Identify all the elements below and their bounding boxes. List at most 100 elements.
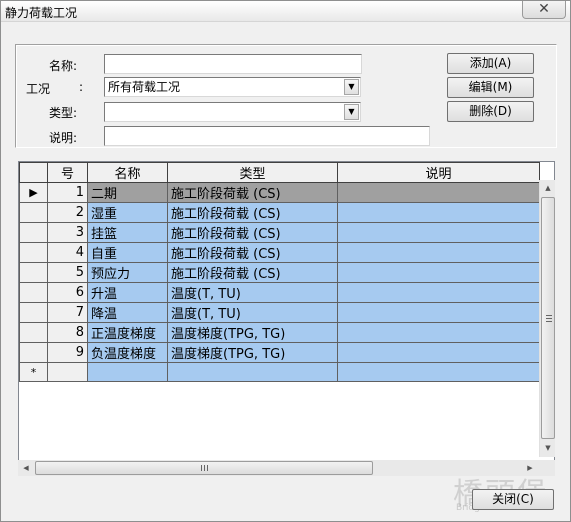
row-desc[interactable] <box>337 202 540 223</box>
row-name[interactable]: 自重 <box>87 242 168 263</box>
vertical-scrollbar[interactable]: ▲ ▼ <box>539 180 555 457</box>
column-header-desc[interactable]: 说明 <box>337 162 540 183</box>
row-no[interactable]: 6 <box>47 282 88 303</box>
load-case-dialog: 静力荷载工况 ✕ 名称: 工况 : 所有荷载工况 ▼ 类型: ▼ 说明: 添加(… <box>0 0 571 522</box>
table-row[interactable]: 2 湿重 施工阶段荷载 (CS) <box>19 202 540 223</box>
header-row: 号 名称 类型 说明 <box>19 162 540 183</box>
column-header-type[interactable]: 类型 <box>167 162 338 183</box>
row-name[interactable]: 降温 <box>87 302 168 323</box>
close-icon: ✕ <box>538 1 550 17</box>
desc-label: 说明: <box>49 131 78 145</box>
table-row[interactable]: 4 自重 施工阶段荷载 (CS) <box>19 242 540 263</box>
close-button[interactable]: 关闭(C) <box>472 489 554 510</box>
grip-line <box>207 465 208 471</box>
row-name[interactable]: 挂篮 <box>87 222 168 243</box>
vertical-scroll-thumb[interactable] <box>541 197 555 439</box>
table-row[interactable]: 7 降温 温度(T, TU) <box>19 302 540 323</box>
new-row-desc[interactable] <box>337 362 540 382</box>
column-header-no[interactable]: 号 <box>47 162 88 183</box>
load-case-table: 号 名称 类型 说明 ▶ 1 二期 施工阶段荷载 (CS) 2 湿重 施工阶段荷… <box>19 162 540 382</box>
case-select[interactable]: 所有荷载工况 ▼ <box>104 77 361 97</box>
table-row[interactable]: 5 预应力 施工阶段荷载 (CS) <box>19 262 540 283</box>
row-name[interactable]: 二期 <box>87 182 168 203</box>
row-name[interactable]: 预应力 <box>87 262 168 283</box>
row-no[interactable]: 5 <box>47 262 88 283</box>
grip-line <box>201 465 202 471</box>
case-label-colon: : <box>79 80 84 94</box>
row-selector[interactable] <box>19 202 48 223</box>
row-no[interactable]: 1 <box>47 182 88 203</box>
column-header-name[interactable]: 名称 <box>87 162 168 183</box>
desc-input[interactable] <box>104 126 430 146</box>
row-desc[interactable] <box>337 262 540 283</box>
grip-line <box>546 315 552 316</box>
row-desc[interactable] <box>337 302 540 323</box>
scroll-left-icon[interactable]: ◀ <box>18 460 34 476</box>
row-selector[interactable] <box>19 322 48 343</box>
table-row[interactable]: ▶ 1 二期 施工阶段荷载 (CS) <box>19 182 540 203</box>
corner-header <box>19 162 48 183</box>
row-no[interactable]: 9 <box>47 342 88 363</box>
window-title: 静力荷载工况 <box>5 6 78 20</box>
row-type[interactable]: 温度梯度(TPG, TG) <box>167 342 338 363</box>
new-row-name[interactable] <box>87 362 168 382</box>
new-row-icon: * <box>19 362 48 382</box>
current-row-icon: ▶ <box>19 182 48 203</box>
load-case-grid[interactable]: 号 名称 类型 说明 ▶ 1 二期 施工阶段荷载 (CS) 2 湿重 施工阶段荷… <box>18 161 555 476</box>
row-no[interactable]: 3 <box>47 222 88 243</box>
row-type[interactable]: 施工阶段荷载 (CS) <box>167 202 338 223</box>
chevron-down-icon[interactable]: ▼ <box>344 79 359 95</box>
name-input[interactable] <box>104 54 362 74</box>
row-name[interactable]: 升温 <box>87 282 168 303</box>
new-row-type[interactable] <box>167 362 338 382</box>
add-button[interactable]: 添加(A) <box>447 53 534 74</box>
row-name[interactable]: 负温度梯度 <box>87 342 168 363</box>
row-type[interactable]: 施工阶段荷载 (CS) <box>167 222 338 243</box>
scroll-up-icon[interactable]: ▲ <box>540 180 556 196</box>
row-desc[interactable] <box>337 342 540 363</box>
row-selector[interactable] <box>19 222 48 243</box>
row-type[interactable]: 温度(T, TU) <box>167 302 338 323</box>
table-row[interactable]: 6 升温 温度(T, TU) <box>19 282 540 303</box>
row-type[interactable]: 施工阶段荷载 (CS) <box>167 242 338 263</box>
row-type[interactable]: 温度(T, TU) <box>167 282 338 303</box>
table-row[interactable]: 9 负温度梯度 温度梯度(TPG, TG) <box>19 342 540 363</box>
row-desc[interactable] <box>337 282 540 303</box>
row-no[interactable]: 7 <box>47 302 88 323</box>
row-selector[interactable] <box>19 262 48 283</box>
scroll-down-icon[interactable]: ▼ <box>540 440 556 456</box>
type-label: 类型: <box>49 106 78 120</box>
type-select[interactable]: ▼ <box>104 102 361 122</box>
delete-button[interactable]: 删除(D) <box>447 101 534 122</box>
row-selector[interactable] <box>19 302 48 323</box>
window-close-button[interactable]: ✕ <box>522 1 566 19</box>
grip-line <box>546 318 552 319</box>
row-no[interactable]: 4 <box>47 242 88 263</box>
edit-button[interactable]: 编辑(M) <box>447 77 534 98</box>
title-bar: 静力荷载工况 ✕ <box>1 1 570 22</box>
row-desc[interactable] <box>337 242 540 263</box>
row-type[interactable]: 温度梯度(TPG, TG) <box>167 322 338 343</box>
row-selector[interactable] <box>19 342 48 363</box>
grip-line <box>546 321 552 322</box>
row-type[interactable]: 施工阶段荷载 (CS) <box>167 182 338 203</box>
row-name[interactable]: 正温度梯度 <box>87 322 168 343</box>
row-selector[interactable] <box>19 242 48 263</box>
row-desc[interactable] <box>337 222 540 243</box>
new-row[interactable]: * <box>19 362 540 382</box>
row-desc[interactable] <box>337 322 540 343</box>
case-label: 工况 <box>26 82 51 96</box>
new-row-no[interactable] <box>47 362 88 382</box>
case-select-value: 所有荷载工况 <box>108 80 181 94</box>
name-label: 名称: <box>49 59 78 73</box>
row-desc[interactable] <box>337 182 540 203</box>
row-type[interactable]: 施工阶段荷载 (CS) <box>167 262 338 283</box>
row-name[interactable]: 湿重 <box>87 202 168 223</box>
row-no[interactable]: 8 <box>47 322 88 343</box>
table-row[interactable]: 3 挂篮 施工阶段荷载 (CS) <box>19 222 540 243</box>
row-selector[interactable] <box>19 282 48 303</box>
row-no[interactable]: 2 <box>47 202 88 223</box>
horizontal-scroll-thumb[interactable] <box>35 461 373 475</box>
chevron-down-icon[interactable]: ▼ <box>344 104 359 120</box>
table-row[interactable]: 8 正温度梯度 温度梯度(TPG, TG) <box>19 322 540 343</box>
